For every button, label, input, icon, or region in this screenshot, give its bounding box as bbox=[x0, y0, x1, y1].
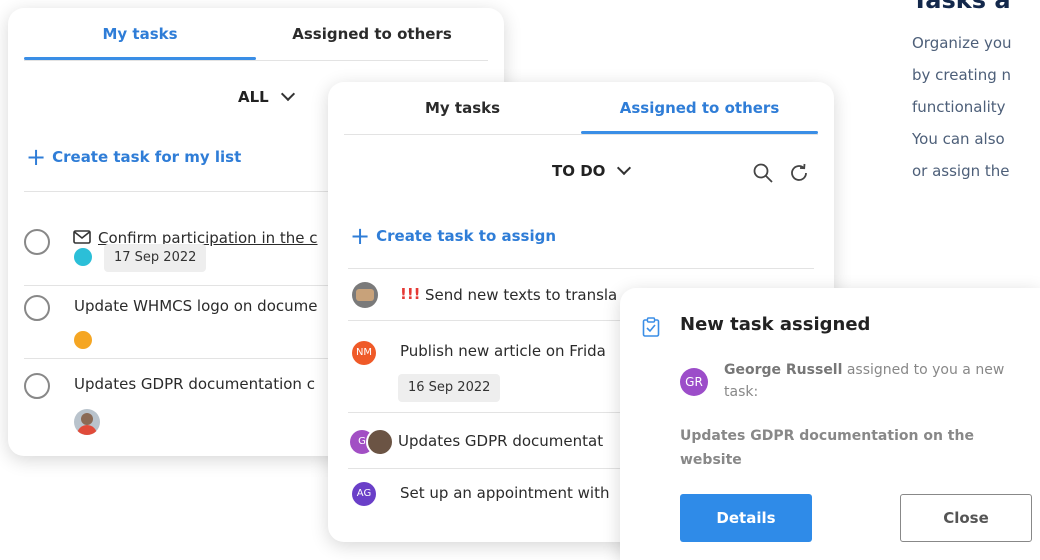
user-avatar: NM bbox=[352, 341, 376, 365]
user-avatar-photo bbox=[74, 409, 100, 435]
section-description-line: You can also bbox=[912, 130, 1005, 148]
filter-dropdown[interactable]: TO DO bbox=[552, 160, 632, 180]
section-description-line: or assign the bbox=[912, 162, 1010, 180]
filter-dropdown[interactable]: ALL bbox=[238, 86, 295, 106]
sender-name: George Russell bbox=[724, 362, 843, 378]
task-checkbox[interactable] bbox=[24, 229, 50, 255]
task-title[interactable]: Publish new article on Frida bbox=[400, 342, 606, 360]
section-title: Tasks a bbox=[912, 0, 1011, 14]
task-date-badge: 16 Sep 2022 bbox=[398, 374, 501, 402]
refresh-icon[interactable] bbox=[788, 162, 810, 184]
user-avatar-photo bbox=[352, 282, 378, 308]
priority-marker: !!! bbox=[400, 285, 421, 303]
filter-label: ALL bbox=[238, 88, 269, 106]
chevron-down-icon bbox=[617, 160, 632, 176]
task-title[interactable]: Updates GDPR documentation c bbox=[74, 375, 315, 393]
envelope-icon bbox=[73, 230, 91, 244]
search-icon[interactable] bbox=[752, 162, 774, 184]
notification-title: New task assigned bbox=[680, 314, 871, 335]
task-title[interactable]: Update WHMCS logo on docume bbox=[74, 297, 317, 315]
tab-bar: My tasks Assigned to others bbox=[344, 82, 818, 135]
create-task-button[interactable]: + Create task for my list bbox=[26, 143, 242, 171]
close-button[interactable]: Close bbox=[900, 494, 1032, 542]
details-button[interactable]: Details bbox=[680, 494, 812, 542]
tab-my-tasks[interactable]: My tasks bbox=[24, 8, 256, 60]
plus-icon: + bbox=[350, 222, 371, 250]
plus-icon: + bbox=[26, 143, 47, 171]
task-checkbox[interactable] bbox=[24, 295, 50, 321]
tab-bar: My tasks Assigned to others bbox=[24, 8, 488, 61]
section-description-line: by creating n bbox=[912, 66, 1012, 84]
message-text: task: bbox=[724, 384, 759, 400]
create-task-label: Create task for my list bbox=[52, 148, 242, 166]
divider bbox=[348, 268, 814, 269]
section-description-line: functionality bbox=[912, 98, 1006, 116]
task-title[interactable]: Send new texts to transla bbox=[425, 286, 617, 304]
task-name-line: website bbox=[680, 452, 742, 468]
tab-my-tasks[interactable]: My tasks bbox=[344, 82, 581, 134]
task-date-badge: 17 Sep 2022 bbox=[104, 244, 207, 272]
new-task-notification: New task assigned GR George Russell assi… bbox=[620, 288, 1040, 560]
task-name-line: Updates GDPR documentation on the bbox=[680, 428, 974, 444]
task-title[interactable]: Updates GDPR documentat bbox=[398, 432, 603, 450]
create-task-to-assign-button[interactable]: + Create task to assign bbox=[350, 222, 557, 250]
user-avatar-photo bbox=[366, 428, 394, 456]
task-color-dot bbox=[74, 331, 92, 349]
message-text: assigned to you a new bbox=[842, 362, 1005, 378]
tab-assigned-to-others[interactable]: Assigned to others bbox=[581, 82, 818, 134]
task-checkbox[interactable] bbox=[24, 373, 50, 399]
assigned-task-name: Updates GDPR documentation on the websit… bbox=[680, 424, 974, 472]
sender-avatar: GR bbox=[680, 368, 708, 396]
user-avatar: AG bbox=[352, 482, 376, 506]
task-color-dot bbox=[74, 248, 92, 266]
filter-label: TO DO bbox=[552, 162, 606, 180]
notification-message: George Russell assigned to you a new tas… bbox=[724, 359, 1024, 403]
create-task-label: Create task to assign bbox=[376, 227, 557, 245]
task-title[interactable]: Set up an appointment with bbox=[400, 484, 609, 502]
section-description-line: Organize you bbox=[912, 34, 1012, 52]
tab-assigned-to-others[interactable]: Assigned to others bbox=[256, 8, 488, 60]
clipboard-check-icon bbox=[642, 317, 660, 337]
chevron-down-icon bbox=[280, 86, 295, 102]
